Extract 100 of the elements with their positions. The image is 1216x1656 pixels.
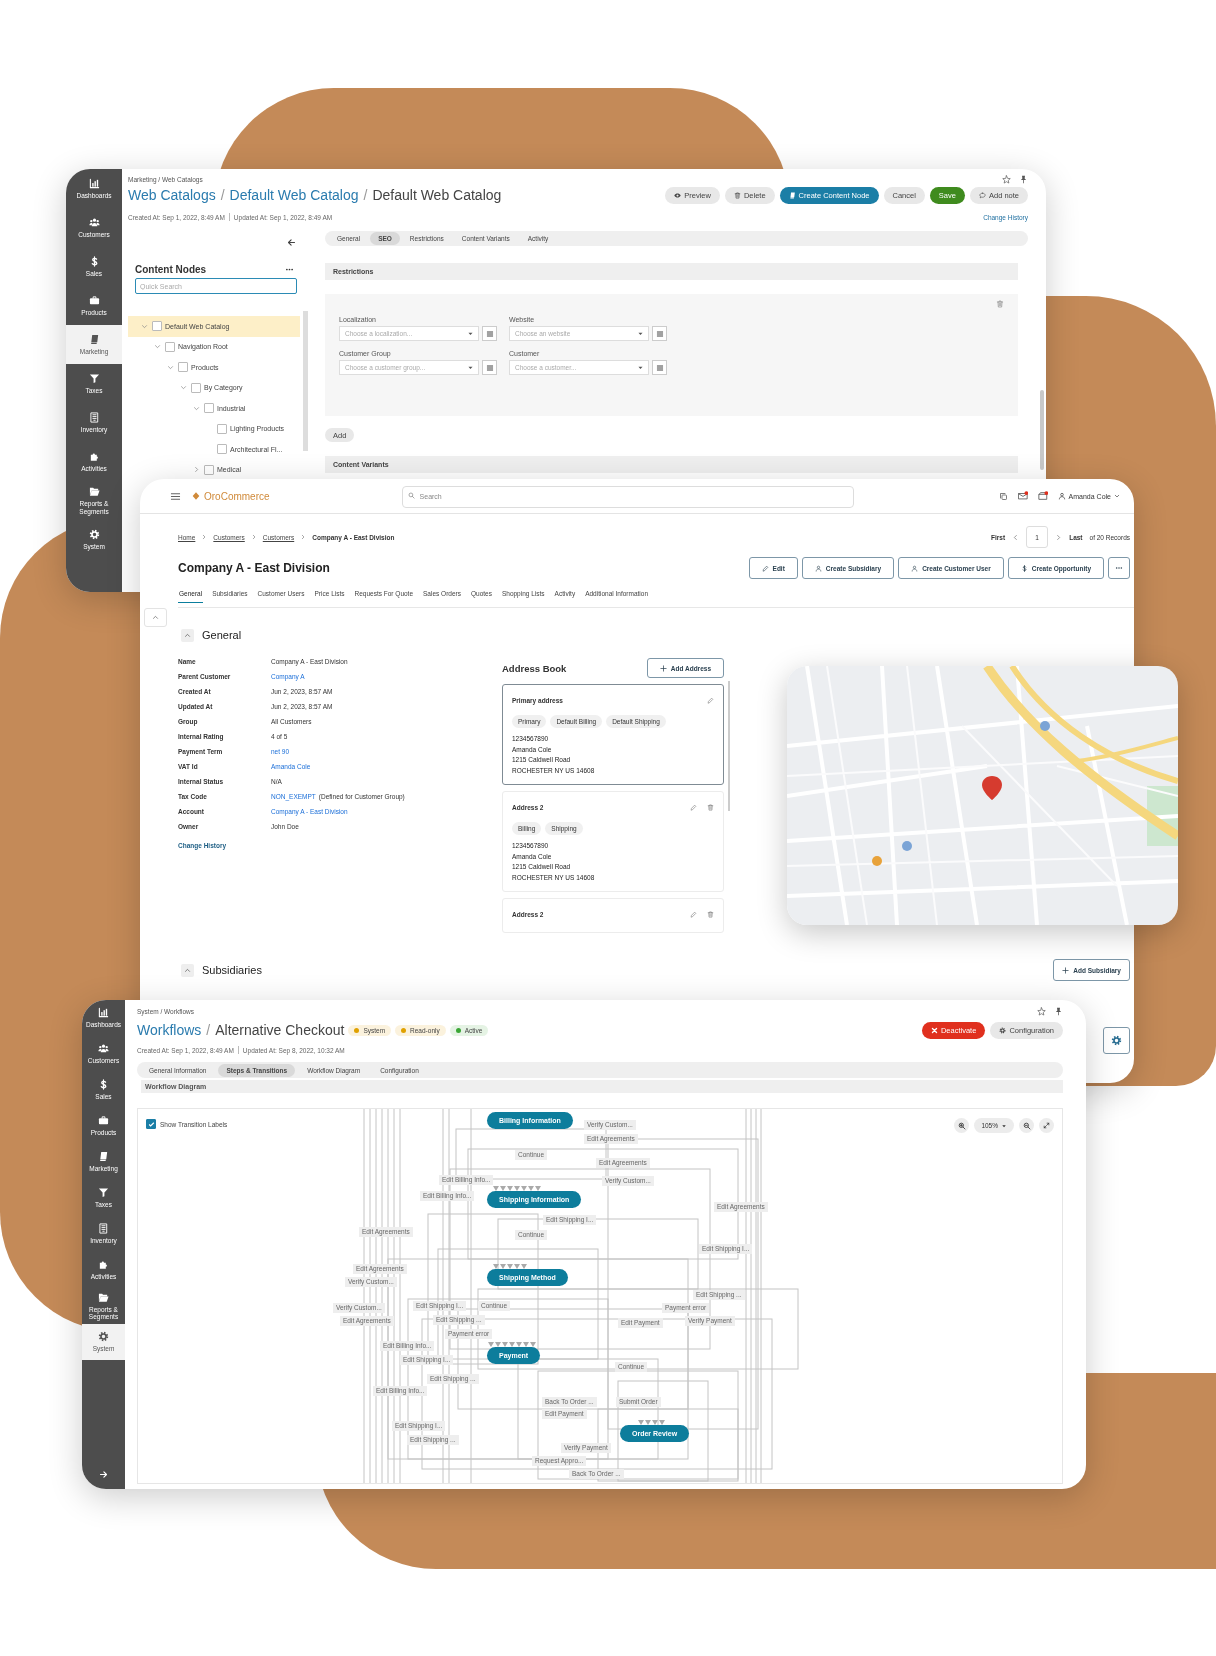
- building-icon: [88, 411, 100, 423]
- copy-icon[interactable]: [998, 491, 1008, 501]
- zoom-out-icon: [1022, 1121, 1031, 1130]
- title-link[interactable]: Workflows: [137, 1022, 202, 1038]
- pin-icon[interactable]: [1054, 1006, 1063, 1016]
- chevron-down-icon: [1114, 493, 1120, 499]
- briefcase-icon: [88, 294, 100, 306]
- title-separator: /: [206, 1022, 211, 1038]
- chevron-left-icon[interactable]: [1012, 533, 1020, 541]
- zoom-in-button[interactable]: [954, 1118, 970, 1133]
- logo-icon: [191, 491, 201, 501]
- settings-icon: [88, 528, 100, 540]
- plus-icon: [659, 664, 667, 672]
- trash-icon: [733, 191, 741, 199]
- zoom-out-button[interactable]: [1019, 1118, 1034, 1133]
- arrow-right-icon[interactable]: [99, 1470, 108, 1479]
- pencil-icon[interactable]: [690, 910, 697, 918]
- pencil-icon[interactable]: [707, 696, 714, 704]
- checkbox[interactable]: [204, 403, 214, 414]
- list-icon: [655, 363, 664, 372]
- more-button[interactable]: [1108, 557, 1130, 579]
- chevron-down-icon[interactable]: [141, 322, 148, 330]
- caret-icon: [637, 330, 644, 337]
- chevron-down-icon[interactable]: [180, 384, 187, 392]
- chevron-down-icon[interactable]: [154, 343, 161, 351]
- trash-icon[interactable]: [707, 803, 714, 811]
- scrollbar[interactable]: [728, 681, 730, 811]
- book-icon: [98, 1151, 109, 1163]
- toggle-button[interactable]: [181, 628, 194, 642]
- book-icon: [88, 333, 100, 345]
- title-separator: /: [363, 187, 368, 203]
- list-icon: [655, 329, 664, 338]
- checkbox[interactable]: [152, 321, 162, 332]
- mail-icon[interactable]: [1017, 491, 1028, 501]
- title-link[interactable]: Web Catalogs: [128, 187, 216, 203]
- section-title: Address Book: [502, 662, 567, 674]
- checkbox[interactable]: [178, 362, 188, 373]
- user-icon: [1057, 492, 1066, 500]
- list-button[interactable]: [482, 326, 497, 341]
- pin-icon[interactable]: [1019, 174, 1028, 184]
- pencil-icon: [761, 564, 769, 572]
- trash-icon[interactable]: [707, 910, 714, 918]
- people-icon: [98, 1043, 109, 1055]
- chevron-down-icon[interactable]: [167, 363, 174, 371]
- user-icon: [911, 564, 919, 572]
- page-title: Company A - East Division: [178, 561, 330, 575]
- page-title: Alternative Checkout: [215, 1022, 345, 1038]
- checkbox[interactable]: [217, 423, 227, 434]
- section-title: General: [202, 629, 242, 641]
- puzzle-icon: [98, 1259, 109, 1271]
- chevron-right-icon: [201, 534, 208, 540]
- inbox-icon[interactable]: [1037, 491, 1048, 501]
- star-icon[interactable]: [1037, 1006, 1046, 1016]
- arrow-left-icon[interactable]: [287, 238, 296, 247]
- dollar-icon: [98, 1079, 109, 1091]
- search-icon: [407, 492, 415, 499]
- comment-icon: [978, 191, 986, 199]
- toggle-button[interactable]: [181, 963, 194, 977]
- zoom-in-icon: [957, 1121, 966, 1130]
- list-icon: [485, 363, 494, 372]
- settings-button[interactable]: [1103, 1027, 1130, 1054]
- bar-chart-icon: [88, 177, 100, 189]
- settings-icon: [1111, 1035, 1122, 1046]
- funnel-icon: [98, 1187, 109, 1199]
- list-button[interactable]: [652, 360, 667, 375]
- book-icon: [788, 191, 796, 199]
- settings-icon: [98, 1331, 109, 1343]
- caret-icon: [1001, 1122, 1007, 1129]
- checkbox[interactable]: [191, 382, 201, 393]
- list-button[interactable]: [482, 360, 497, 375]
- scrollbar[interactable]: [1040, 390, 1044, 470]
- menu-icon[interactable]: [170, 490, 181, 502]
- chevron-down-icon[interactable]: [193, 404, 200, 412]
- eye-icon: [674, 191, 682, 199]
- title-separator: /: [220, 187, 225, 203]
- expand-icon: [1043, 1122, 1050, 1129]
- title-link[interactable]: Default Web Catalog: [229, 187, 359, 203]
- plus-icon: [1062, 966, 1070, 974]
- page-title: Default Web Catalog: [372, 187, 502, 203]
- chevron-right-icon[interactable]: [1055, 533, 1063, 541]
- collapse-button[interactable]: [144, 608, 167, 627]
- dollar-icon: [1020, 564, 1028, 572]
- checkbox[interactable]: [204, 464, 214, 475]
- people-icon: [88, 216, 100, 228]
- chevron-right-icon: [250, 534, 257, 540]
- folder-icon: [98, 1291, 109, 1303]
- pencil-icon[interactable]: [690, 803, 697, 811]
- chevron-right-icon[interactable]: [193, 466, 200, 474]
- close-icon: [930, 1026, 938, 1034]
- trash-icon[interactable]: [996, 300, 1004, 308]
- checkbox[interactable]: [165, 341, 175, 352]
- funnel-icon: [88, 372, 100, 384]
- list-button[interactable]: [652, 326, 667, 341]
- star-icon[interactable]: [1002, 174, 1011, 184]
- checkbox[interactable]: [146, 1119, 156, 1129]
- fullscreen-button[interactable]: [1039, 1118, 1054, 1133]
- chevron-up-icon: [152, 614, 159, 621]
- checkbox[interactable]: [217, 444, 227, 455]
- briefcase-icon: [98, 1115, 109, 1127]
- scrollbar[interactable]: [303, 311, 308, 451]
